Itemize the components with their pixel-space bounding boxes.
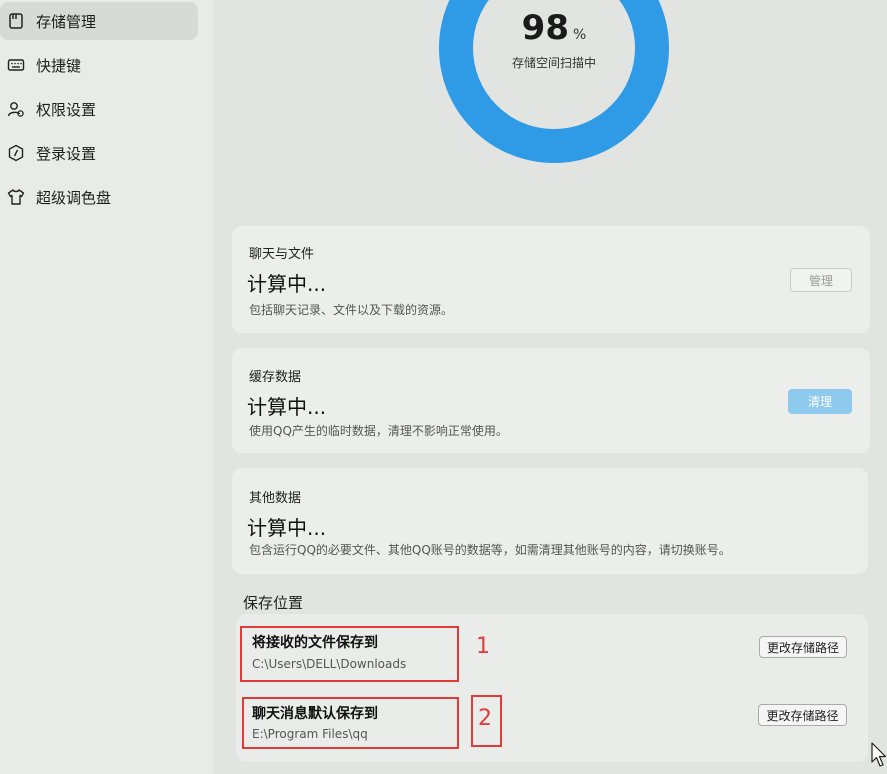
clean-button[interactable]: 清理 [788,389,852,414]
sidebar-item-label: 超级调色盘 [36,188,112,207]
tshirt-icon [6,187,26,207]
sidebar-item-permissions[interactable]: 权限设置 [0,90,198,128]
card-desc: 包括聊天记录、文件以及下载的资源。 [249,303,454,317]
card-value: 计算中... [247,516,327,540]
shield-icon [6,143,26,163]
sidebar-item-label: 权限设置 [36,100,97,119]
sidebar: 存储管理 快捷键 权限设置 登录设置 超级调色盘 [0,0,212,774]
card-value: 计算中... [247,395,327,419]
annotation-number-1: 1 [476,634,490,659]
scan-status-label: 存储空间扫描中 [511,56,596,70]
sidebar-item-label: 存储管理 [36,12,97,31]
sidebar-item-shortcuts[interactable]: 快捷键 [0,46,198,84]
change-files-path-button[interactable]: 更改存储路径 [759,636,847,658]
annotation-box-1 [240,626,459,682]
card-title: 其他数据 [249,491,302,506]
card-desc: 包含运行QQ的必要文件、其他QQ账号的数据等，如需清理其他账号的内容，请切换账号… [249,543,731,557]
card-value: 计算中... [247,272,327,296]
change-messages-path-button[interactable]: 更改存储路径 [758,704,847,726]
keyboard-icon [6,55,26,75]
card-desc: 使用QQ产生的临时数据，清理不影响正常使用。 [249,424,508,438]
scan-percent: 98% [436,8,672,48]
user-permission-icon [6,99,26,119]
scan-percent-value: 98 [521,8,569,48]
sidebar-item-palette[interactable]: 超级调色盘 [0,178,198,216]
sidebar-item-storage[interactable]: 存储管理 [0,2,198,40]
save-location-title: 保存位置 [243,594,304,612]
card-title: 聊天与文件 [249,247,315,262]
annotation-box-2 [242,697,459,749]
card-chat-files: 聊天与文件 计算中... 包括聊天记录、文件以及下载的资源。 管理 [232,226,870,333]
sidebar-item-login[interactable]: 登录设置 [0,134,198,172]
sidebar-item-label: 登录设置 [36,144,97,163]
storage-icon [6,11,26,31]
sidebar-item-label: 快捷键 [36,56,82,75]
scan-percent-unit: % [573,27,587,43]
mouse-cursor-icon [871,742,887,768]
annotation-number-2: 2 [478,706,492,731]
manage-button[interactable]: 管理 [790,268,852,292]
card-title: 缓存数据 [249,370,302,385]
card-cache: 缓存数据 计算中... 使用QQ产生的临时数据，清理不影响正常使用。 清理 [232,348,870,453]
storage-scan-ring: 98% 存储空间扫描中 [436,0,672,166]
card-other-data: 其他数据 计算中... 包含运行QQ的必要文件、其他QQ账号的数据等，如需清理其… [232,468,868,574]
